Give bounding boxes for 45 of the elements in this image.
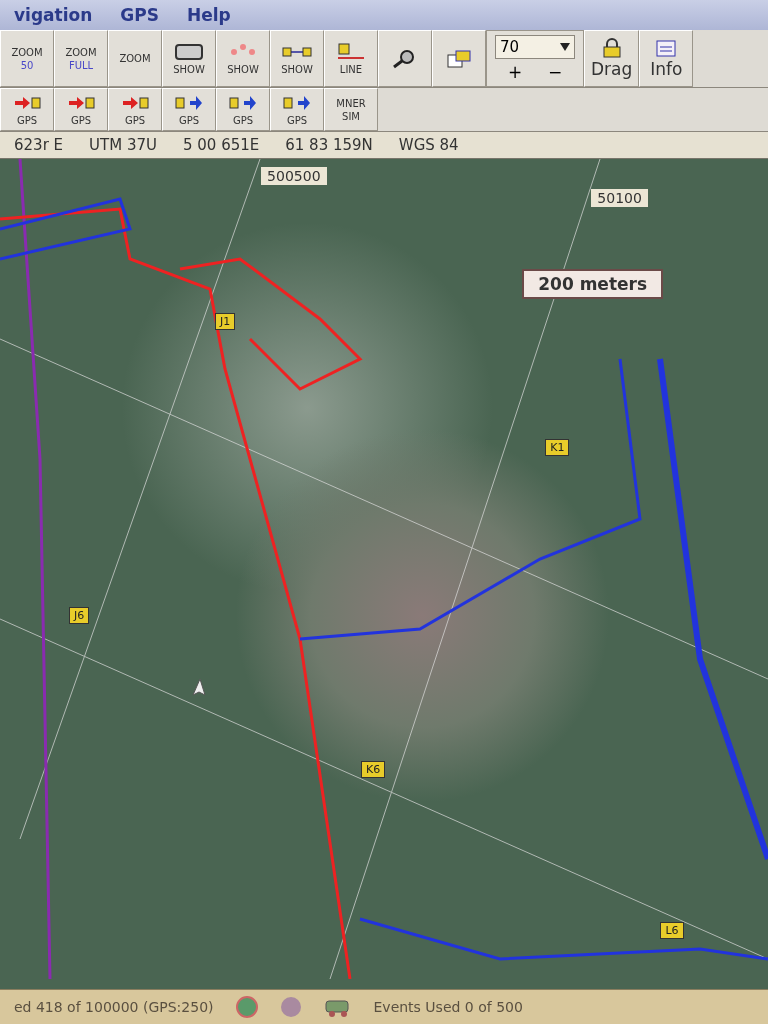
waypoint-marker[interactable]: J1 bbox=[215, 313, 236, 330]
toolbar-button[interactable]: SHOW bbox=[216, 30, 270, 87]
status-text: ed 418 of 100000 (GPS:250) bbox=[14, 999, 214, 1015]
globe-icon bbox=[235, 996, 258, 1018]
menu-item[interactable]: Help bbox=[186, 5, 231, 25]
waypoint-marker[interactable]: K6 bbox=[360, 761, 386, 778]
screen-icon bbox=[174, 42, 204, 62]
toolbar-button[interactable] bbox=[378, 30, 432, 87]
status-text: Events Used 0 of 500 bbox=[373, 999, 523, 1015]
coordinate-text: 5 00 651E bbox=[182, 136, 260, 154]
layers-icon bbox=[444, 48, 474, 69]
toolbar-button[interactable]: LINE bbox=[324, 30, 378, 87]
zoom-in-button[interactable]: + bbox=[503, 62, 527, 82]
toolbar-button[interactable]: SHOW bbox=[162, 30, 216, 87]
toolbar-button[interactable]: SHOW bbox=[270, 30, 324, 87]
coordinate-text: 61 83 159N bbox=[285, 136, 373, 154]
grid-label: 50100 bbox=[591, 189, 648, 207]
toolbar-button[interactable]: ZOOM bbox=[108, 30, 162, 87]
toolbar-button[interactable]: GPS bbox=[162, 88, 216, 131]
coordinate-text: 623r E bbox=[14, 136, 64, 154]
toolbar-button[interactable]: GPS bbox=[0, 88, 54, 131]
menu-item[interactable]: GPS bbox=[120, 5, 159, 25]
zoom-dropdown[interactable]: 70 bbox=[495, 35, 575, 59]
waypoint-line-icon bbox=[336, 42, 366, 62]
grid-label: 500500 bbox=[261, 167, 327, 185]
toolbar-button[interactable]: GPS bbox=[270, 88, 324, 131]
scale-label: 200 meters bbox=[522, 269, 664, 299]
toolbar-button[interactable]: GPS bbox=[54, 88, 108, 131]
waypoint-marker[interactable]: L6 bbox=[660, 922, 684, 939]
toolbar-button[interactable]: Drag bbox=[584, 30, 640, 87]
pointer-icon bbox=[192, 678, 206, 696]
menu-item[interactable]: vigation bbox=[14, 5, 93, 25]
toolbar-button[interactable]: ZOOM FULL bbox=[54, 30, 108, 87]
waypoint-marker[interactable]: K1 bbox=[545, 439, 570, 456]
waypoint-marker[interactable]: J6 bbox=[69, 607, 90, 624]
coordinate-text: WGS 84 bbox=[398, 136, 459, 154]
toolbar-button[interactable]: GPS bbox=[108, 88, 162, 131]
toolbar-button[interactable]: GPS bbox=[216, 88, 270, 131]
caret-icon bbox=[560, 43, 570, 51]
toolbar-button[interactable]: MNER SIM bbox=[324, 88, 378, 131]
coordinate-text: UTM 37U bbox=[89, 136, 157, 154]
toolbar-button[interactable]: ZOOM 50 bbox=[0, 30, 54, 87]
zoom-out-button[interactable]: − bbox=[543, 62, 567, 82]
circle-icon bbox=[279, 996, 302, 1018]
toolbar-button[interactable]: Info bbox=[639, 30, 694, 87]
